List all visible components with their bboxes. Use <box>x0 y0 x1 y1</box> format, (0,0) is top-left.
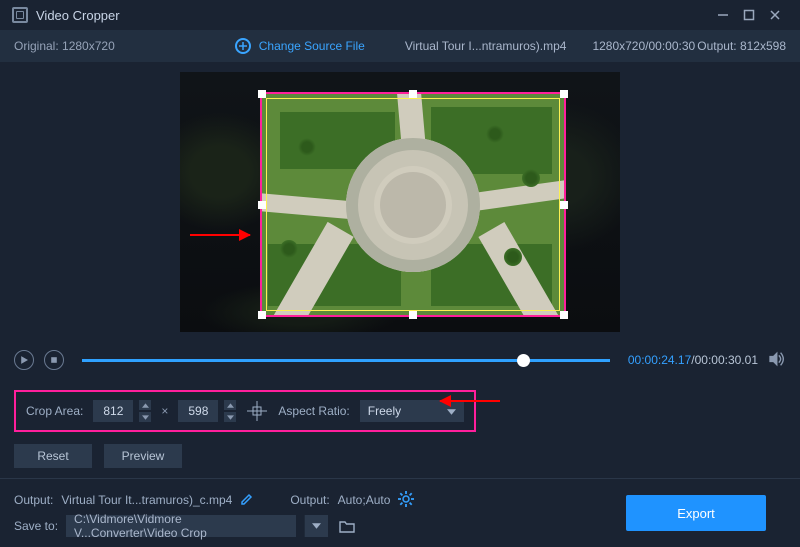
crop-area-label: Crop Area: <box>26 404 83 418</box>
output-settings-button[interactable] <box>398 491 414 510</box>
stop-button[interactable] <box>44 350 64 370</box>
crop-height-input[interactable] <box>178 400 218 422</box>
playback-bar: 00:00:24.17/00:00:30.01 <box>0 342 800 378</box>
action-buttons: Reset Preview <box>0 438 800 478</box>
video-preview[interactable] <box>180 72 620 332</box>
output-panel: Output: Virtual Tour It...tramuros)_c.mp… <box>0 478 800 547</box>
seek-knob[interactable] <box>517 354 530 367</box>
crop-handle-top-left[interactable] <box>258 90 266 98</box>
title-bar: Video Cropper <box>0 0 800 30</box>
crop-handle-bottom-left[interactable] <box>258 311 266 319</box>
crop-handle-bottom-right[interactable] <box>560 311 568 319</box>
maximize-button[interactable] <box>736 0 762 30</box>
crop-width-up[interactable] <box>139 400 151 410</box>
crop-height-down[interactable] <box>224 412 236 422</box>
crop-handle-top-right[interactable] <box>560 90 568 98</box>
aspect-ratio-label: Aspect Ratio: <box>278 404 349 418</box>
output-filename: Virtual Tour It...tramuros)_c.mp4 <box>61 493 232 507</box>
crop-inner-guide <box>266 98 560 311</box>
save-to-label: Save to: <box>14 519 58 533</box>
output-settings-value: Auto;Auto <box>338 493 391 507</box>
export-button[interactable]: Export <box>626 495 766 531</box>
open-folder-button[interactable] <box>336 515 358 537</box>
close-button[interactable] <box>762 0 788 30</box>
aspect-ratio-value: Freely <box>368 404 401 418</box>
crop-handle-bottom-mid[interactable] <box>409 311 417 319</box>
output-dims: Output: 812x598 <box>697 39 786 53</box>
app-icon <box>12 7 28 23</box>
plus-icon <box>235 38 251 54</box>
change-source-label: Change Source File <box>259 39 365 53</box>
crop-handle-mid-left[interactable] <box>258 201 266 209</box>
crop-width-field <box>93 399 151 423</box>
volume-icon[interactable] <box>768 350 786 371</box>
export-area: Export <box>626 495 786 531</box>
top-toolbar: Original: 1280x720 Change Source File Vi… <box>0 30 800 62</box>
preview-button[interactable]: Preview <box>104 444 182 468</box>
crop-handle-mid-right[interactable] <box>560 201 568 209</box>
minimize-button[interactable] <box>710 0 736 30</box>
change-source-button[interactable]: Change Source File <box>235 38 365 54</box>
source-filename: Virtual Tour I...ntramuros).mp4 <box>405 39 567 53</box>
crop-controls: Crop Area: × Aspect Ratio: Freely <box>0 378 800 438</box>
play-button[interactable] <box>14 350 34 370</box>
output-settings-label: Output: <box>290 493 329 507</box>
crop-controls-box: Crop Area: × Aspect Ratio: Freely <box>14 390 476 432</box>
annotation-arrow-controls <box>440 400 500 402</box>
crop-height-up[interactable] <box>224 400 236 410</box>
source-dims-duration: 1280x720/00:00:30 <box>592 39 695 53</box>
multiply-icon: × <box>161 404 168 418</box>
output-file-label: Output: <box>14 493 53 507</box>
video-stage <box>0 62 800 342</box>
center-crop-button[interactable] <box>246 400 268 422</box>
crop-height-field <box>178 399 236 423</box>
crop-width-input[interactable] <box>93 400 133 422</box>
reset-button[interactable]: Reset <box>14 444 92 468</box>
crop-width-down[interactable] <box>139 412 151 422</box>
crop-rectangle[interactable] <box>260 92 566 317</box>
save-path[interactable]: C:\Vidmore\Vidmore V...Converter\Video C… <box>66 515 296 537</box>
crop-handle-top-mid[interactable] <box>409 90 417 98</box>
original-dims: Original: 1280x720 <box>14 39 115 53</box>
annotation-arrow-crop <box>190 234 250 236</box>
time-readout: 00:00:24.17/00:00:30.01 <box>628 353 758 367</box>
app-title: Video Cropper <box>36 8 120 23</box>
edit-output-name-button[interactable] <box>240 492 254 509</box>
seek-track[interactable] <box>82 359 610 362</box>
save-path-dropdown[interactable] <box>304 515 328 537</box>
